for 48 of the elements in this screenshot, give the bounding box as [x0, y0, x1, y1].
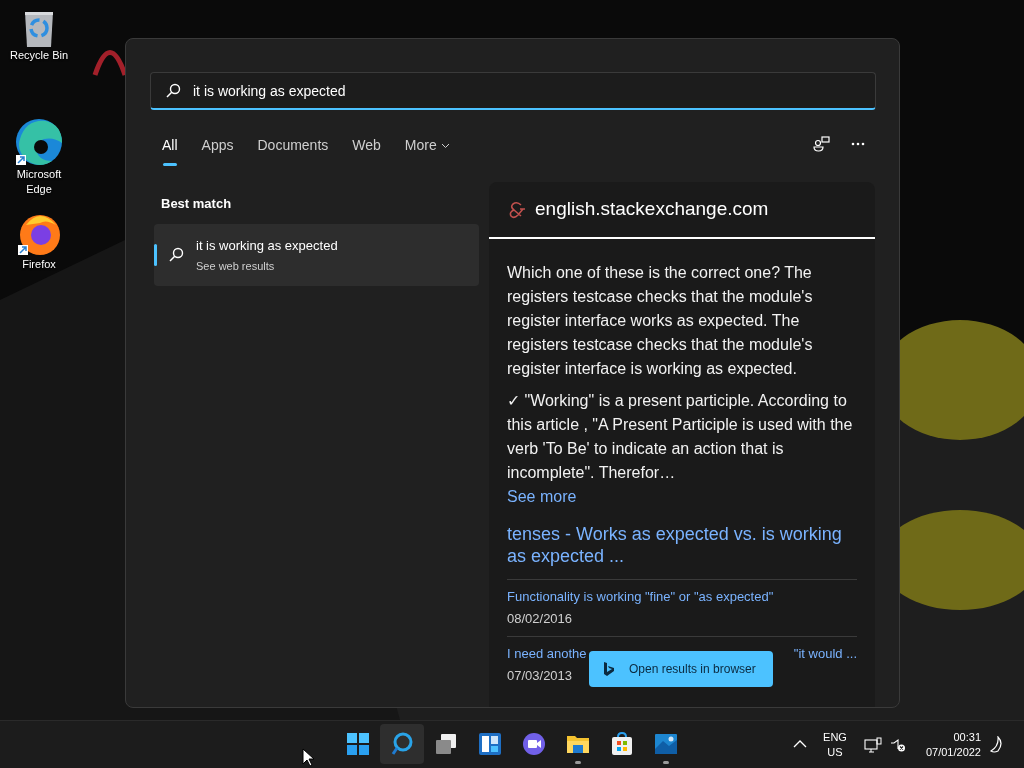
mouse-pointer-icon — [302, 748, 314, 767]
search-field[interactable]: it is working as expected — [150, 72, 876, 110]
site-name: english.stackexchange.com — [535, 197, 769, 222]
start-icon — [345, 731, 371, 757]
task-view-icon — [433, 731, 459, 757]
result-date: 07/03/2013 — [507, 667, 573, 685]
account-icon[interactable] — [813, 135, 831, 153]
bing-icon — [603, 661, 615, 677]
chat-icon — [521, 731, 547, 757]
show-hidden-icons-icon[interactable] — [793, 740, 807, 748]
caret-icon — [440, 143, 450, 149]
edge-icon — [14, 117, 64, 167]
moon-icon[interactable] — [989, 736, 1005, 754]
language-indicator[interactable]: ENG US — [820, 730, 850, 760]
widgets-icon — [477, 731, 503, 757]
result-link[interactable]: I need anothe — [507, 645, 587, 663]
search-tab[interactable]: Documents — [257, 135, 329, 166]
result-title: it is working as expected — [196, 236, 338, 255]
result-subtitle: See web results — [196, 259, 276, 274]
answer-paragraph: Which one of these is the correct one? The registers testcase checks that the module's register interface works as expected. The registers testcase checks that the module's register interface is working as expected. — [507, 263, 814, 379]
best-match-result[interactable]: it is working as expected See web results — [154, 224, 479, 286]
desktop-shortcut[interactable]: Recycle Bin — [0, 8, 78, 63]
search-icon — [168, 247, 184, 263]
open-in-browser-button[interactable]: Open results in browser — [589, 651, 773, 687]
desktop-shortcut[interactable]: Firefox — [0, 211, 78, 272]
result-link[interactable]: tenses - Works as expected vs. is working as expected ... — [507, 523, 857, 567]
search-tab[interactable]: More — [404, 135, 450, 166]
see-more-link[interactable]: See more — [507, 485, 857, 509]
search-icon — [389, 731, 415, 757]
running-indicator — [663, 761, 669, 764]
search-tab[interactable]: Web — [352, 135, 381, 166]
result-link[interactable]: Functionality is working "fine" or "as expected" — [507, 588, 774, 606]
search-icon — [165, 83, 181, 99]
photos-icon — [653, 731, 679, 757]
result-link[interactable]: "it would ... — [793, 645, 857, 663]
network-icon[interactable] — [864, 737, 882, 753]
search-tab[interactable]: Apps — [201, 135, 234, 166]
clock[interactable]: 00:31 07/01/2022 — [918, 730, 981, 760]
answer-paragraph: ✓ "Working" is a present participle. According to this article , "A Present Participle is used with the verb 'To Be' to indicate an action that is incomplete". Therefor… — [507, 391, 854, 483]
result-date: 08/02/2016 — [507, 610, 573, 628]
section-heading: Best match — [161, 195, 232, 213]
more-options-icon[interactable] — [851, 142, 865, 146]
site-icon — [507, 200, 527, 219]
muted-speaker-icon[interactable] — [890, 738, 906, 753]
store-icon — [609, 731, 635, 757]
desktop-shortcut[interactable]: Microsoft Edge — [0, 117, 78, 197]
search-tab[interactable]: All — [162, 135, 178, 166]
running-indicator — [575, 761, 581, 764]
